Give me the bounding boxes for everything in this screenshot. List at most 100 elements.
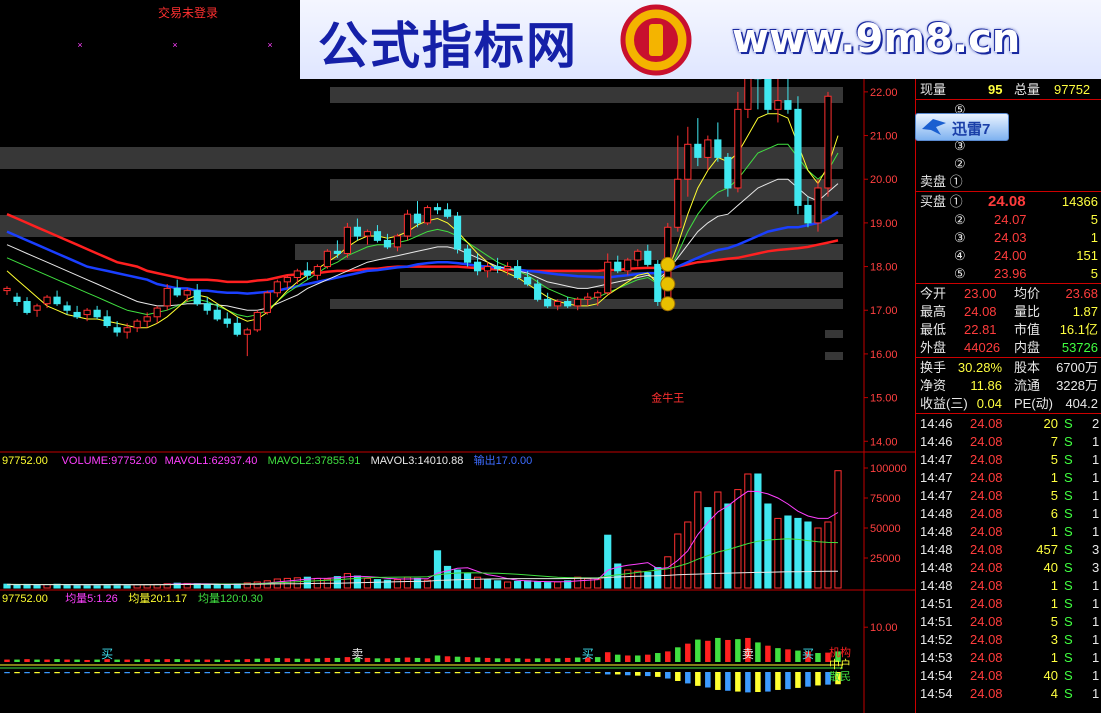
stat-row: 外盘 44026 内盘 53726 [916, 339, 1101, 357]
volume-ma-line [7, 570, 839, 586]
indicator-bar-top [574, 657, 581, 662]
tick-price: 24.08 [970, 488, 1003, 503]
indicator-bar-top [645, 654, 651, 662]
tick-count: 1 [1092, 668, 1100, 683]
indicator-bar-bottom [184, 672, 190, 674]
tick-row: 14:54 24.08 4 S 1 [916, 685, 1101, 703]
candle-body [654, 263, 662, 303]
indicator-bar-top [324, 657, 331, 662]
tick-row: 14:51 24.08 1 S 1 [916, 595, 1101, 613]
tick-price: 24.08 [970, 506, 1003, 521]
stat-label: 市值 [1014, 322, 1041, 337]
y-tick-label: 15.00 [870, 393, 898, 405]
volume-bar [634, 570, 642, 589]
indicator-bar-bottom [414, 672, 421, 674]
indicator-bar-bottom [204, 672, 210, 674]
candle-body [23, 301, 31, 313]
candle-body [634, 250, 642, 261]
indicator-bar-bottom [34, 672, 40, 674]
indicator-bar-bottom [564, 672, 571, 674]
indicator-bar-top [294, 658, 301, 662]
indicator-bar-top [94, 659, 100, 662]
volume-bar [213, 583, 221, 589]
indicator-bar-top [614, 654, 621, 662]
indicator-bar-top [484, 657, 491, 662]
candle-body [103, 316, 111, 327]
tick-price: 24.08 [970, 542, 1003, 557]
login-status-bar: 交易未登录 [0, 0, 300, 22]
volume-ma-line [7, 538, 839, 586]
indicator-bar-bottom [715, 672, 721, 690]
indicator-bar-bottom [504, 672, 511, 674]
buy-volume: 151 [1076, 248, 1098, 263]
indicator-bar-bottom [544, 672, 551, 674]
indicator-bar-bottom [314, 672, 321, 674]
candle-body [233, 322, 241, 335]
tick-volume: 1 [1050, 596, 1058, 611]
candle-body [674, 178, 682, 228]
indicator-bar-bottom [705, 672, 711, 688]
sell-level-label: ② [954, 156, 966, 171]
indicator-bar-top [624, 655, 631, 662]
tick-price: 24.08 [970, 668, 1003, 683]
indicator-bar-bottom [154, 672, 160, 674]
volume-bar [814, 527, 822, 589]
buy-price: 23.96 [994, 266, 1027, 281]
volume-bar [63, 584, 71, 589]
indicator-bar-bottom [164, 672, 170, 674]
candle-body [143, 316, 151, 322]
signal-label: 卖 [351, 647, 363, 661]
indicator-bar-top [314, 658, 321, 662]
candle-body [734, 108, 742, 189]
indicator-bar-top [685, 643, 691, 662]
tick-row: 14:47 24.08 1 S 1 [916, 469, 1101, 487]
tick-side: S [1064, 542, 1073, 557]
tick-volume: 1 [1050, 524, 1058, 539]
volume-bar [554, 581, 562, 589]
stat-value: 22.81 [964, 322, 997, 337]
stat-value: 16.1亿 [1059, 322, 1098, 337]
stat-value: 404.2 [1065, 396, 1098, 411]
candle-body [313, 266, 321, 276]
stat-value: 44026 [964, 340, 1001, 355]
bird-icon [922, 119, 946, 135]
tick-count: 2 [1092, 416, 1100, 431]
stat-value: 3228万 [1056, 378, 1098, 393]
tick-side: S [1064, 488, 1073, 503]
indicator-bar-top [384, 658, 391, 662]
indicator-bar-top [234, 659, 241, 662]
indicator-bar-top [765, 645, 771, 662]
stat-value: 53726 [1061, 340, 1098, 355]
indicator-bar-top [554, 658, 561, 662]
xunlei-button[interactable]: 迅雷7 [915, 113, 1009, 141]
login-status[interactable]: 交易未登录 [158, 4, 218, 21]
indicator-bar-bottom [614, 672, 621, 675]
signal-label: 卖 [742, 647, 754, 661]
tick-price: 24.08 [970, 578, 1003, 593]
now-volume-label: 现量 [920, 82, 947, 97]
volume-bar [764, 503, 772, 589]
candle-body [524, 276, 532, 285]
brand-name: 公式指标网 [318, 17, 578, 75]
volume-bar [443, 565, 452, 589]
indicator-bar-bottom [735, 672, 741, 692]
candle-body [83, 309, 91, 316]
volume-bar [123, 584, 131, 589]
indicator-bar-bottom [574, 672, 581, 674]
volume-bar [514, 580, 522, 589]
stat-row: 今开 23.00 均价 23.68 [916, 285, 1101, 303]
tick-volume: 5 [1050, 488, 1058, 503]
quote-panel: 现量 95 总量 97752 ⑤ ④ ③ ② 卖盘 ① 买盘 ① 24.08 14366 ② 24.07 5… [915, 79, 1101, 713]
stat-label: 量比 [1014, 304, 1041, 319]
indicator-bar-top [264, 658, 271, 662]
indicator-bar-top [414, 657, 421, 662]
indicator-bar-top [184, 659, 190, 662]
indicator-title-item: 均量120:0.30 [198, 592, 263, 605]
indicator-bar-bottom [94, 672, 100, 674]
indicator-bar-bottom [424, 672, 431, 674]
signal-label: 买 [802, 647, 814, 661]
stock-chart[interactable]: 23.0022.0021.0020.0019.0018.0017.0016.00… [0, 0, 915, 713]
tick-count: 3 [1092, 542, 1100, 557]
indicator-bar-bottom [755, 672, 761, 692]
indicator-bar-top [665, 651, 671, 662]
